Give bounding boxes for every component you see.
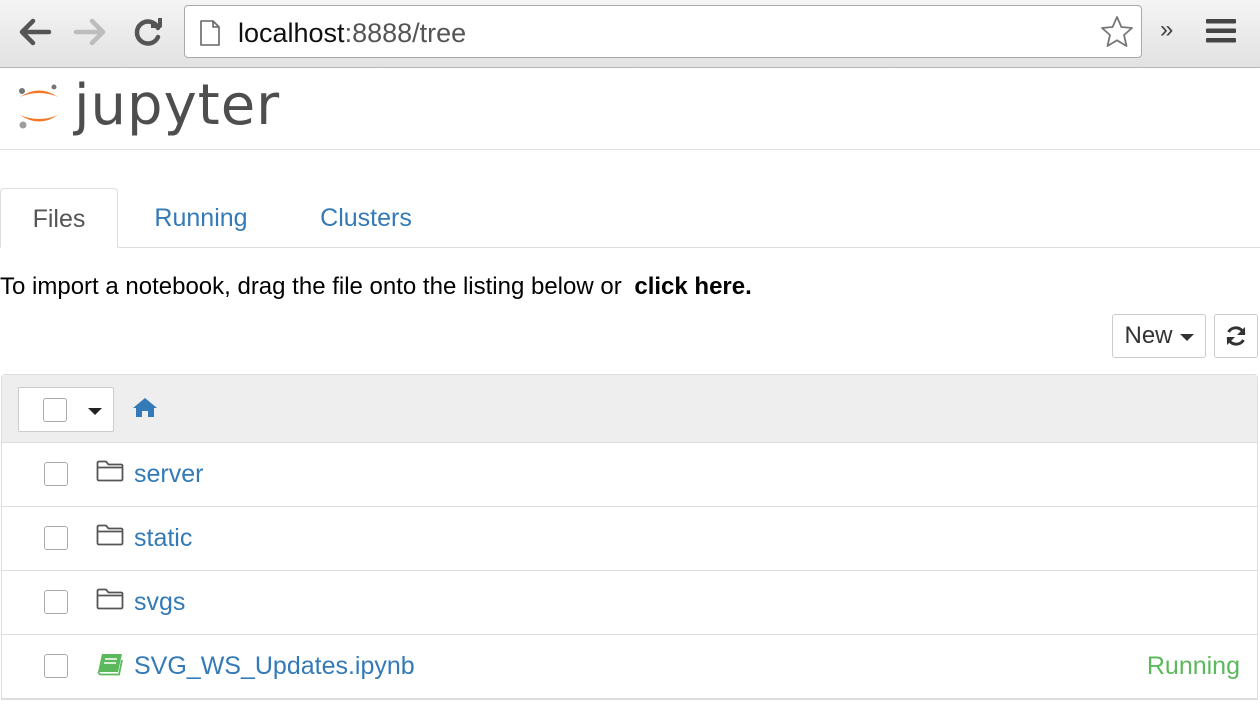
- item-checkbox[interactable]: [44, 462, 68, 486]
- jupyter-header: jupyter: [0, 68, 1260, 150]
- item-checkbox[interactable]: [44, 590, 68, 614]
- item-name-link[interactable]: server: [134, 458, 203, 490]
- file-list-header: [2, 375, 1257, 443]
- file-list: server static svgs SVG_WS_Updates.ipynb …: [1, 374, 1258, 700]
- refresh-icon: [1226, 326, 1246, 346]
- folder-icon: [96, 524, 124, 546]
- list-item[interactable]: static: [2, 507, 1257, 571]
- reload-button[interactable]: [130, 14, 166, 50]
- back-button[interactable]: [17, 14, 53, 50]
- reload-icon: [134, 18, 162, 46]
- tab-clusters[interactable]: Clusters: [304, 188, 428, 248]
- forward-button[interactable]: [72, 14, 108, 50]
- item-name-link[interactable]: SVG_WS_Updates.ipynb: [134, 650, 415, 682]
- caret-down-icon[interactable]: [88, 408, 102, 415]
- item-name-link[interactable]: static: [134, 522, 192, 554]
- tab-running[interactable]: Running: [140, 188, 262, 248]
- hamburger-menu-icon: [1206, 19, 1236, 43]
- list-item[interactable]: SVG_WS_Updates.ipynb Running: [2, 635, 1257, 699]
- refresh-button[interactable]: [1214, 314, 1258, 358]
- folder-icon: [96, 588, 124, 610]
- page-icon: [200, 20, 220, 46]
- forward-arrow-icon: [73, 18, 106, 46]
- import-instructions: To import a notebook, drag the file onto…: [0, 272, 752, 302]
- item-checkbox[interactable]: [44, 654, 68, 678]
- address-bar[interactable]: localhost:8888/tree: [184, 5, 1142, 58]
- caret-down-icon: [1179, 333, 1194, 341]
- tab-bar: Files Running Clusters: [0, 188, 1260, 248]
- jupyter-logo-icon: [19, 84, 58, 129]
- click-here-link[interactable]: click here.: [634, 273, 751, 300]
- running-status: Running: [1146, 652, 1240, 680]
- tab-files[interactable]: Files: [0, 188, 118, 248]
- notebook-icon: [97, 654, 123, 676]
- jupyter-logo[interactable]: jupyter: [14, 76, 280, 136]
- new-dropdown-button[interactable]: New: [1112, 314, 1206, 358]
- jupyter-logo-text: jupyter: [74, 73, 281, 138]
- list-item[interactable]: svgs: [2, 571, 1257, 635]
- folder-icon: [96, 460, 124, 482]
- url-text: localhost:8888/tree: [238, 18, 467, 48]
- import-instructions-text: To import a notebook, drag the file onto…: [0, 273, 622, 300]
- item-checkbox[interactable]: [44, 526, 68, 550]
- bookmark-star-icon[interactable]: [1099, 14, 1135, 50]
- browser-toolbar: localhost:8888/tree »: [0, 0, 1260, 68]
- item-name-link[interactable]: svgs: [134, 586, 185, 618]
- select-all-checkbox[interactable]: [43, 398, 67, 422]
- extensions-overflow-button[interactable]: »: [1160, 16, 1173, 44]
- browser-menu-button[interactable]: [1204, 16, 1238, 51]
- back-arrow-icon: [19, 18, 52, 46]
- list-item[interactable]: server: [2, 443, 1257, 507]
- select-all-dropdown[interactable]: [18, 387, 114, 432]
- new-button-label: New: [1124, 322, 1173, 349]
- home-icon[interactable]: [132, 396, 158, 418]
